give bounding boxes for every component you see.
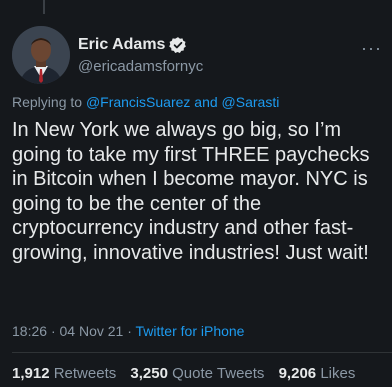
avatar-portrait-icon xyxy=(12,26,70,84)
author-name-row: Eric Adams xyxy=(78,36,187,54)
retweets-stat[interactable]: 1,912 Retweets xyxy=(12,365,120,382)
reply-context: Replying to @FrancisSuarez and @Sarasti xyxy=(12,94,279,110)
retweets-label: Retweets xyxy=(53,365,117,382)
quote-tweets-label: Quote Tweets xyxy=(172,365,265,382)
stats-divider xyxy=(12,352,392,353)
tweet-text: In New York we always go big, so I’m goi… xyxy=(12,119,370,264)
retweets-count: 1,912 xyxy=(12,365,50,382)
mention-link-francissuarez[interactable]: @FrancisSuarez xyxy=(86,94,190,110)
likes-count: 9,206 xyxy=(278,365,317,382)
tweet-source-link[interactable]: Twitter for iPhone xyxy=(136,323,245,339)
mention-link-sarasti[interactable]: @Sarasti xyxy=(222,94,280,110)
tweet-date[interactable]: 04 Nov 21 xyxy=(60,323,124,339)
tweet-meta: 18:26 · 04 Nov 21 · Twitter for iPhone xyxy=(12,323,244,339)
avatar[interactable] xyxy=(12,26,70,84)
author-display-name[interactable]: Eric Adams xyxy=(78,36,165,54)
reply-context-joiner: and xyxy=(194,94,218,110)
likes-stat[interactable]: 9,206 Likes xyxy=(279,365,356,382)
likes-label: Likes xyxy=(320,365,356,382)
quote-tweets-count: 3,250 xyxy=(130,365,168,382)
meta-separator: · xyxy=(127,323,132,339)
thread-connector-line xyxy=(43,0,45,14)
author-handle[interactable]: @ericadamsfornyc xyxy=(78,58,203,75)
quote-tweets-stat[interactable]: 3,250 Quote Tweets xyxy=(130,365,268,382)
engagement-stats: 1,912 Retweets 3,250 Quote Tweets 9,206 … xyxy=(12,365,365,382)
reply-context-prefix: Replying to xyxy=(12,94,83,110)
meta-separator: · xyxy=(50,323,56,339)
more-options-icon[interactable]: ··· xyxy=(361,38,382,59)
verified-badge-icon xyxy=(169,36,187,54)
tweet-time[interactable]: 18:26 xyxy=(12,323,47,339)
